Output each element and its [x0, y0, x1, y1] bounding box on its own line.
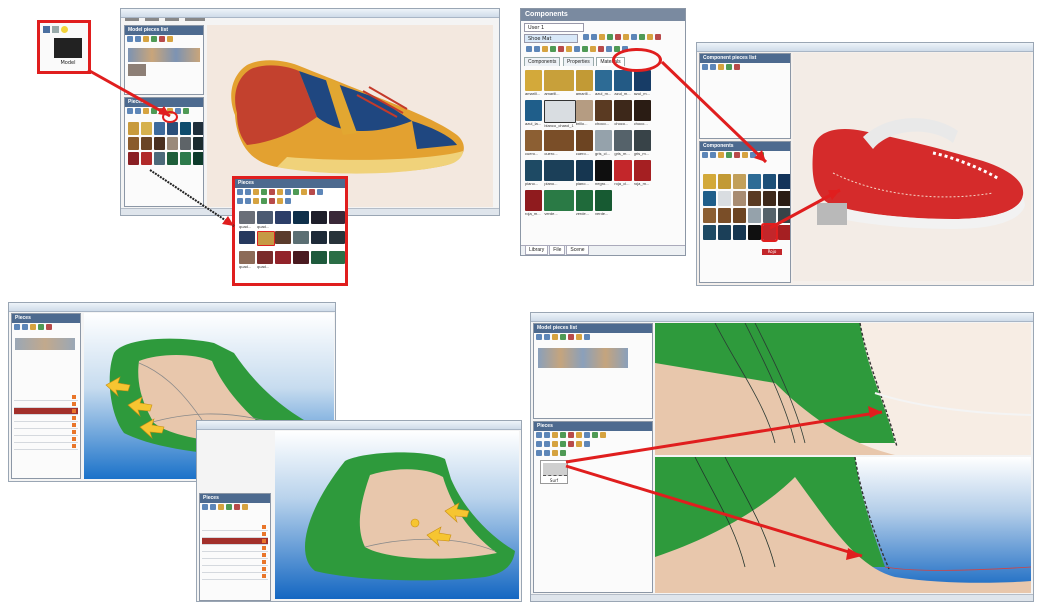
q4-callout-arrows — [565, 406, 883, 560]
